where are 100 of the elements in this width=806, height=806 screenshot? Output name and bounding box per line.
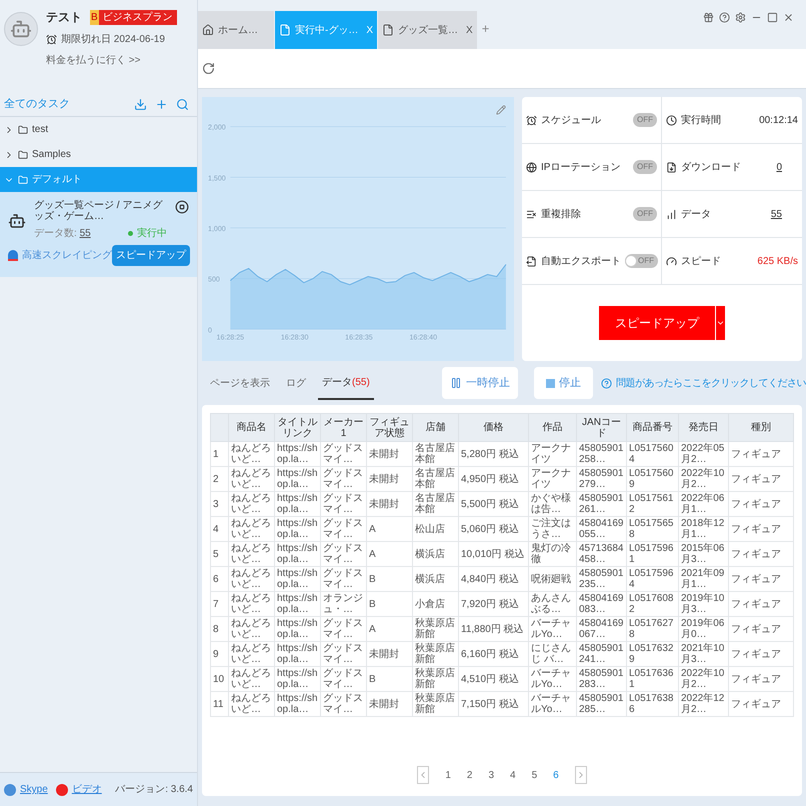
table-cell: 未開封 bbox=[366, 642, 412, 666]
column-header[interactable]: 商品番号 bbox=[626, 414, 678, 442]
speed-up-button[interactable]: スピードアップ bbox=[599, 306, 725, 340]
page-button[interactable]: 6 bbox=[553, 768, 559, 782]
column-header[interactable]: 作品 bbox=[528, 414, 576, 442]
add-icon[interactable] bbox=[155, 98, 168, 111]
table-cell: 45805901261… bbox=[576, 492, 626, 516]
table-cell: L05175612 bbox=[626, 492, 678, 516]
table-cell: 11,880円 税込 bbox=[458, 616, 528, 642]
table-cell: アークナイツ bbox=[528, 442, 576, 466]
table-cell: ねんどろいど… bbox=[228, 692, 274, 716]
table-cell: 秋葉原店新館 bbox=[412, 642, 458, 666]
page-icon bbox=[382, 24, 394, 36]
folder-item[interactable]: test bbox=[0, 117, 197, 142]
column-header[interactable]: 発売日 bbox=[678, 414, 728, 442]
stat-value[interactable]: 55 bbox=[770, 206, 782, 222]
column-header[interactable]: 種別 bbox=[728, 414, 794, 442]
stat-icon bbox=[666, 114, 677, 126]
folder-item[interactable]: Samples bbox=[0, 142, 197, 167]
table-cell: 未開封 bbox=[366, 692, 412, 716]
x-tick-label: 16:28:30 bbox=[280, 333, 308, 342]
table-cell: L05175961 bbox=[626, 542, 678, 566]
table-cell: グッドスマイ… bbox=[320, 542, 366, 566]
table-cell: https://shop.la… bbox=[274, 516, 320, 542]
stop-icon[interactable] bbox=[175, 200, 189, 214]
table-cell: 2021年09月1… bbox=[678, 566, 728, 592]
browser-tab[interactable]: グッズ一覧… X bbox=[378, 11, 477, 49]
table-cell: ねんどろいど… bbox=[228, 442, 274, 466]
column-header[interactable]: JANコード bbox=[576, 414, 626, 442]
table-cell: ねんどろいど… bbox=[228, 592, 274, 616]
page-icon bbox=[279, 24, 291, 36]
column-header[interactable]: タイトルリンク bbox=[274, 414, 320, 442]
all-tasks-title[interactable]: 全てのタスク bbox=[4, 96, 70, 113]
pay-link[interactable]: 料金を払うに行く >> bbox=[46, 53, 177, 68]
table-cell: 横浜店 bbox=[412, 542, 458, 566]
table-cell: 1 bbox=[210, 442, 228, 466]
column-header[interactable]: 店舗 bbox=[412, 414, 458, 442]
x-tick-label: 16:28:40 bbox=[409, 333, 438, 342]
stop-icon bbox=[546, 378, 555, 388]
skype-link[interactable]: Skype bbox=[20, 782, 48, 797]
video-link[interactable]: ビデオ bbox=[72, 782, 102, 797]
close-icon[interactable] bbox=[783, 12, 794, 23]
column-header[interactable]: フィギュア状態 bbox=[366, 414, 412, 442]
close-tab-button[interactable]: X bbox=[466, 22, 473, 38]
table-cell: グッドスマイ… bbox=[320, 466, 366, 492]
running-status: 実行中 bbox=[137, 226, 167, 241]
data-count[interactable]: 55 bbox=[80, 228, 91, 239]
stat-label: 実行時間 bbox=[681, 114, 722, 128]
speed-up-button[interactable]: スピードアップ bbox=[112, 245, 190, 266]
table-cell: 6 bbox=[210, 566, 228, 592]
table-cell: A bbox=[366, 516, 412, 542]
task-card[interactable]: グッズ一覧ページ / アニメグッズ・ゲーム… データ数: 55 実行中 高速スクレイピング スピードアップ bbox=[0, 192, 197, 277]
table-cell: https://shop.la… bbox=[274, 642, 320, 666]
browser-tab[interactable]: ホーム… bbox=[198, 11, 274, 49]
table-cell: 5 bbox=[210, 542, 228, 566]
help-icon[interactable] bbox=[719, 12, 730, 23]
view-tab[interactable]: ページを表示 bbox=[206, 368, 274, 398]
alarm-clock-icon bbox=[46, 34, 57, 45]
pause-button[interactable]: 一時停止 bbox=[442, 367, 518, 399]
page-button[interactable]: 3 bbox=[488, 768, 494, 782]
view-tab[interactable]: ログ bbox=[282, 368, 310, 398]
view-tab[interactable]: データ(55) bbox=[318, 366, 374, 400]
data-count-label: データ数: bbox=[34, 228, 78, 239]
table-cell: 45805901283… bbox=[576, 666, 626, 692]
table-cell: L05176386 bbox=[626, 692, 678, 716]
video-icon bbox=[56, 784, 68, 796]
settings-icon[interactable] bbox=[735, 12, 746, 23]
page-button[interactable]: 5 bbox=[532, 768, 538, 782]
page-button[interactable]: 4 bbox=[510, 768, 516, 782]
y-tick-label: 0 bbox=[208, 326, 212, 334]
page-button[interactable]: 2 bbox=[466, 768, 472, 782]
table-cell: グッドスマイ… bbox=[320, 492, 366, 516]
stop-button[interactable]: 停止 bbox=[534, 367, 593, 399]
page-button[interactable]: 1 bbox=[445, 768, 451, 782]
table-cell: グッドスマイ… bbox=[320, 692, 366, 716]
table-cell: 7,920円 税込 bbox=[458, 592, 528, 616]
table-cell: ねんどろいど… bbox=[228, 616, 274, 642]
table-cell: 7 bbox=[210, 592, 228, 616]
column-header[interactable]: 価格 bbox=[458, 414, 528, 442]
column-header[interactable]: 商品名 bbox=[228, 414, 274, 442]
stat-value[interactable]: 0 bbox=[776, 160, 782, 174]
maximize-icon[interactable] bbox=[767, 12, 778, 23]
help-link[interactable]: 問題があったらここをクリックしてください bbox=[600, 376, 806, 390]
setting-icon bbox=[526, 162, 537, 172]
table-cell: 5,060円 税込 bbox=[458, 516, 528, 542]
import-icon[interactable] bbox=[134, 98, 147, 111]
table-cell: 45804169055… bbox=[576, 516, 626, 542]
search-icon[interactable] bbox=[176, 98, 189, 111]
table-cell: 45805901285… bbox=[576, 692, 626, 716]
chevron-down-icon[interactable] bbox=[715, 306, 725, 340]
gift-icon[interactable] bbox=[703, 12, 714, 23]
table-cell: B bbox=[366, 666, 412, 692]
edit-icon[interactable] bbox=[496, 105, 506, 115]
column-header[interactable]: メーカー1 bbox=[320, 414, 366, 442]
table-cell: かぐや様は告… bbox=[528, 492, 576, 516]
table-cell: 2022年10月2… bbox=[678, 666, 728, 692]
reload-icon[interactable] bbox=[202, 62, 215, 75]
table-cell: https://shop.la… bbox=[274, 692, 320, 716]
table-cell: フィギュア bbox=[728, 642, 794, 666]
add-tab-button[interactable]: + bbox=[478, 18, 494, 38]
